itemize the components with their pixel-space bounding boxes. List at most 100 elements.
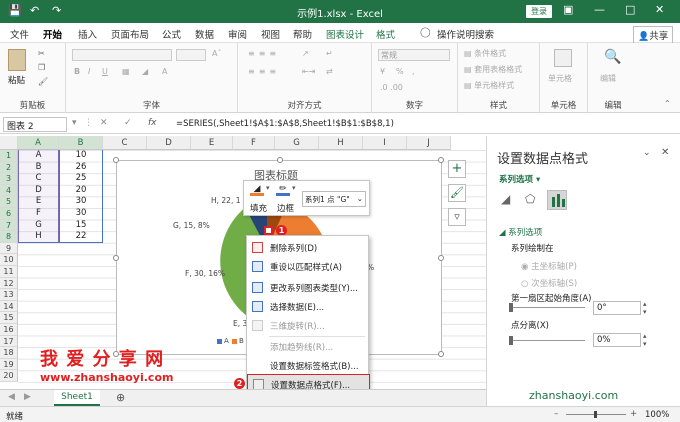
row-header[interactable]: 5	[0, 196, 18, 208]
italic-icon[interactable]: I	[88, 67, 90, 76]
zoom-level[interactable]: 100%	[645, 410, 669, 420]
angle-input[interactable]: 0°	[593, 301, 641, 315]
login-button[interactable]: 登录	[526, 5, 552, 18]
cut-icon[interactable]: ✂	[38, 49, 45, 58]
insert-function-icon[interactable]: fx	[148, 118, 157, 128]
tab-chart-design[interactable]: 图表设计	[326, 27, 364, 41]
row-header[interactable]: 1	[0, 150, 18, 162]
column-header-c[interactable]: C	[103, 136, 147, 150]
border-dropdown-icon[interactable]: ▾	[292, 184, 296, 192]
search-icon[interactable]: 🔍	[604, 49, 621, 65]
editing-button[interactable]: 编辑	[600, 73, 616, 84]
chart-filters-button[interactable]: ▿	[448, 208, 466, 226]
column-header-d[interactable]: D	[147, 136, 191, 150]
menu-reset-style[interactable]: 重设以匹配样式(A)	[247, 257, 370, 276]
row-header[interactable]: 3	[0, 173, 18, 185]
resize-handle-t[interactable]	[277, 157, 283, 163]
fill-icon[interactable]: ◢	[250, 184, 264, 196]
table-cell[interactable]: 30	[59, 196, 103, 208]
tab-formulas[interactable]: 公式	[162, 27, 181, 41]
row-header[interactable]: 8	[0, 231, 18, 243]
row-header[interactable]: 12	[0, 277, 18, 290]
tab-help[interactable]: 帮助	[293, 27, 312, 41]
share-button[interactable]: 👤共享	[633, 26, 674, 44]
collapse-ribbon-icon[interactable]: ⌃	[664, 99, 671, 108]
explosion-spinner-icon[interactable]: ▴ ▾	[643, 332, 647, 348]
data-label-h[interactable]: H, 22, 1	[211, 196, 241, 205]
cell-styles-button[interactable]: ▤ 单元格样式	[464, 80, 514, 91]
section-series-options[interactable]: ◢ 系列选项	[499, 226, 542, 238]
underline-icon[interactable]: U	[102, 67, 108, 76]
name-box[interactable]: 图表 2	[3, 117, 67, 132]
row-header[interactable]: 16	[0, 324, 18, 336]
explosion-slider[interactable]	[509, 336, 585, 345]
fill-color-icon[interactable]: ◢	[142, 67, 148, 76]
copy-icon[interactable]: ❐	[38, 63, 45, 72]
maximize-icon[interactable]: □	[625, 3, 635, 16]
series-options-tab-icon[interactable]	[547, 190, 567, 210]
row-header[interactable]: 9	[0, 242, 18, 255]
orientation-icon[interactable]: ↗	[302, 49, 309, 58]
number-format-dropdown[interactable]: 常规	[378, 49, 450, 61]
pane-options-icon[interactable]: ⌄	[643, 148, 651, 158]
menu-format-data-labels[interactable]: 设置数据标签格式(B)...	[247, 356, 370, 375]
selected-point-marker[interactable]	[264, 226, 273, 235]
ribbon-display-icon[interactable]: ▣	[563, 3, 573, 16]
chart-elements-button[interactable]: +	[448, 160, 466, 178]
menu-delete-series[interactable]: 删除系列(D)	[247, 238, 370, 257]
column-header-b[interactable]: B	[59, 136, 103, 150]
table-cell[interactable]: 26	[59, 161, 103, 174]
column-header-j[interactable]: J	[407, 136, 451, 150]
row-header[interactable]: 17	[0, 335, 18, 348]
close-icon[interactable]: ✕	[655, 3, 664, 16]
fill-dropdown-icon[interactable]: ▾	[266, 184, 270, 192]
namebox-dropdown-icon[interactable]: ▾	[72, 118, 77, 128]
row-header[interactable]: 7	[0, 219, 18, 232]
row-header[interactable]: 14	[0, 300, 18, 313]
table-cell[interactable]: 20	[59, 184, 103, 197]
tab-file[interactable]: 文件	[10, 27, 29, 41]
series-options-dropdown[interactable]: 系列选项 ▾	[499, 173, 540, 185]
row-header[interactable]: 19	[0, 358, 18, 371]
table-cell[interactable]: 30	[59, 208, 103, 220]
table-cell[interactable]: 25	[59, 173, 103, 185]
column-header-i[interactable]: I	[363, 136, 407, 150]
row-header[interactable]: 6	[0, 208, 18, 220]
border-icon[interactable]: ✏	[276, 184, 290, 196]
conditional-format-button[interactable]: ▤ 条件格式	[464, 48, 506, 59]
table-cell[interactable]: 15	[59, 219, 103, 232]
resize-handle-tl[interactable]	[113, 157, 119, 163]
add-sheet-icon[interactable]: ⊕	[116, 391, 125, 404]
resize-handle-tr[interactable]	[438, 157, 444, 163]
column-header-h[interactable]: H	[319, 136, 363, 150]
horizontal-align-icons[interactable]: ≡≡≡	[248, 67, 280, 76]
resize-handle-r[interactable]	[438, 255, 444, 261]
grow-font-icon[interactable]: Aˆ	[212, 49, 221, 58]
data-label-g[interactable]: G, 15, 8%	[173, 221, 210, 230]
indent-icons[interactable]: ⇤⇥	[302, 67, 315, 76]
font-name-dropdown[interactable]	[72, 49, 172, 61]
row-header[interactable]: 18	[0, 347, 18, 359]
tab-view[interactable]: 视图	[261, 27, 280, 41]
row-header[interactable]: 10	[0, 254, 18, 266]
tab-insert[interactable]: 插入	[78, 27, 97, 41]
chart-styles-button[interactable]: 🖌	[448, 184, 466, 202]
zoom-out-icon[interactable]: –	[554, 409, 558, 419]
tab-format[interactable]: 格式	[376, 27, 395, 41]
row-header[interactable]: 11	[0, 266, 18, 278]
tab-page-layout[interactable]: 页面布局	[111, 27, 149, 41]
tab-review[interactable]: 审阅	[228, 27, 247, 41]
fill-line-tab-icon[interactable]: ◢	[501, 192, 510, 206]
row-header[interactable]: 13	[0, 289, 18, 301]
column-header-f[interactable]: F	[233, 136, 275, 150]
row-header[interactable]: 20	[0, 370, 18, 382]
angle-slider[interactable]	[509, 303, 585, 312]
bold-icon[interactable]: B	[74, 67, 80, 76]
row-header[interactable]: 15	[0, 312, 18, 324]
row-header[interactable]: 2	[0, 161, 18, 174]
angle-spinner-icon[interactable]: ▴ ▾	[643, 300, 647, 316]
prev-sheet-icon[interactable]: ◀	[8, 392, 15, 402]
format-painter-icon[interactable]: 🖌	[38, 77, 48, 86]
select-all-corner[interactable]	[0, 136, 18, 150]
next-sheet-icon[interactable]: ▶	[24, 392, 31, 402]
